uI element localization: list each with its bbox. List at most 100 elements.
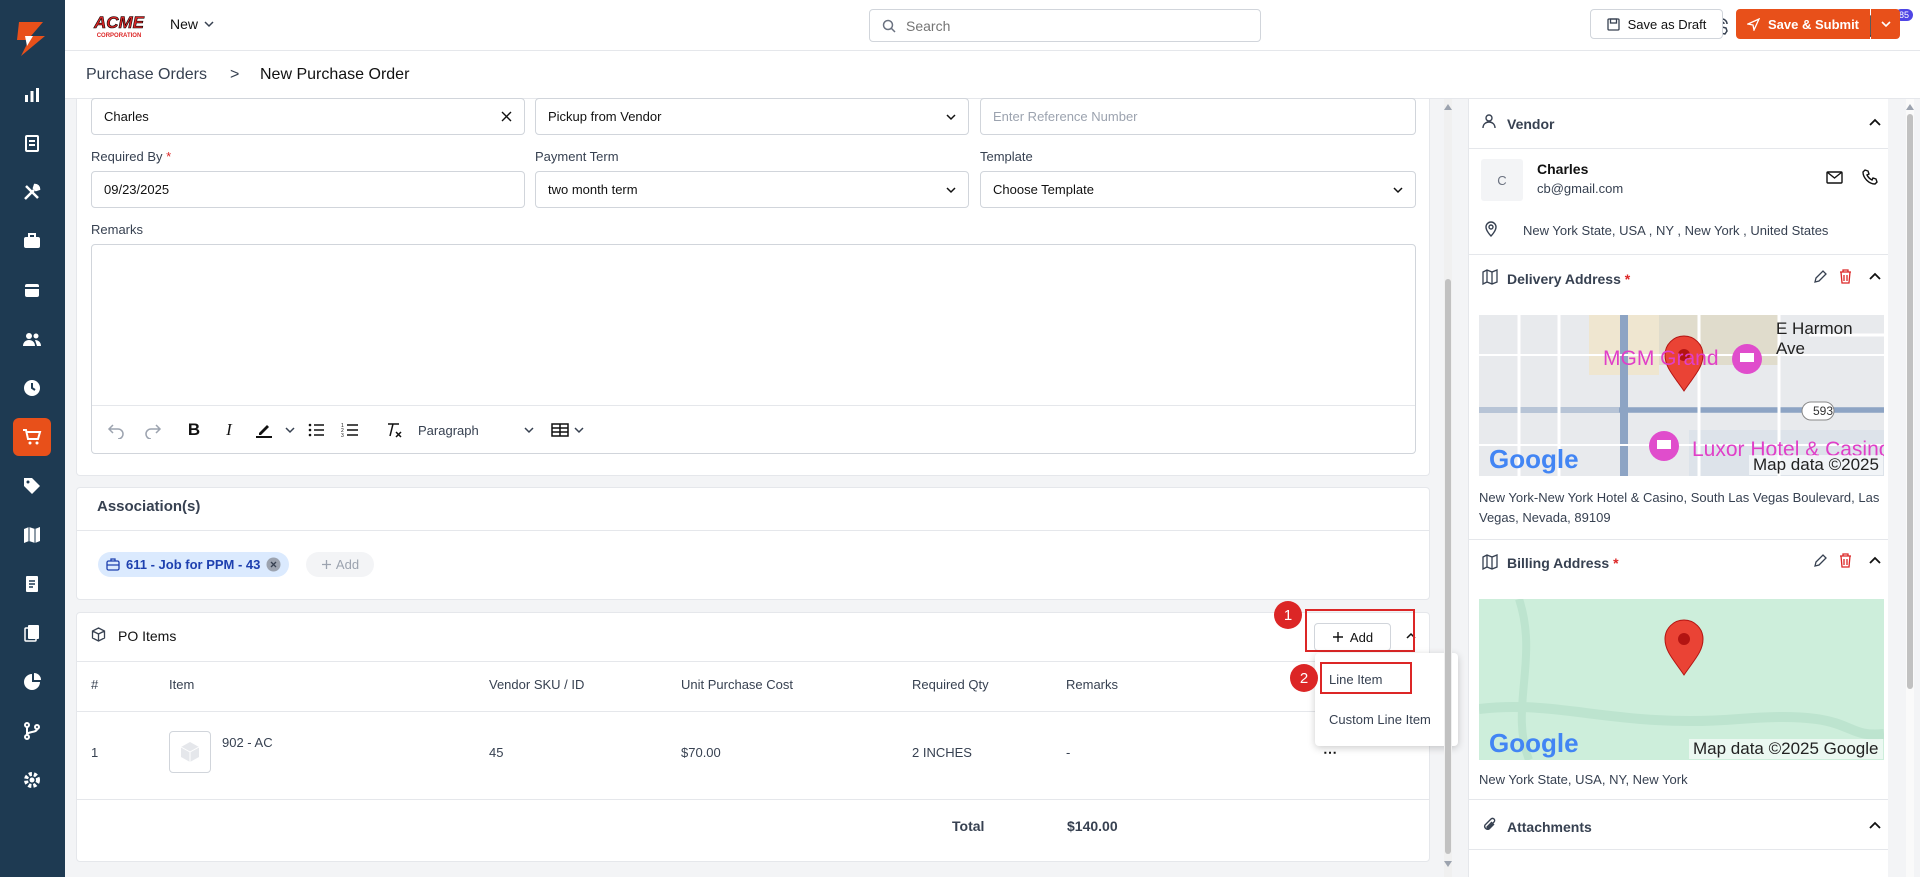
svg-text:ACME: ACME: [93, 13, 145, 32]
section-divider: [1469, 148, 1888, 149]
save-as-draft-button[interactable]: Save as Draft: [1590, 9, 1723, 39]
item-name[interactable]: 902 - AC: [222, 735, 273, 750]
bold-icon[interactable]: B: [182, 418, 206, 442]
association-chip-label: 611 - Job for PPM - 43: [126, 557, 261, 572]
total-label: Total: [952, 818, 985, 834]
chevron-up-icon[interactable]: [1869, 555, 1881, 565]
column-header-item: Item: [169, 677, 195, 692]
annotation-step-2: 2: [1290, 664, 1318, 692]
vendor-name[interactable]: Charles: [1537, 161, 1588, 177]
people-icon[interactable]: [13, 320, 51, 358]
save-icon: [1606, 17, 1620, 31]
column-header-vendor-sku: Vendor SKU / ID: [489, 677, 585, 692]
vendor-address: New York State, USA , NY , New York , Un…: [1523, 223, 1829, 238]
tools-icon[interactable]: [13, 173, 51, 211]
delete-icon[interactable]: [1839, 553, 1852, 568]
product-cube-icon: [180, 742, 200, 762]
reference-number-input[interactable]: Enter Reference Number: [980, 98, 1416, 135]
map-icon[interactable]: [13, 516, 51, 554]
annotation-step-1: 1: [1274, 601, 1302, 629]
editor-divider: [92, 405, 1415, 406]
clear-icon[interactable]: [501, 111, 512, 122]
required-by-value: 09/23/2025: [104, 182, 170, 197]
work-orders-icon[interactable]: [13, 124, 51, 162]
billing-address-title: Billing Address *: [1507, 555, 1619, 571]
chevron-up-icon[interactable]: [1869, 271, 1881, 281]
vendor-sku: 45: [489, 745, 504, 760]
clear-formatting-icon[interactable]: [382, 418, 406, 442]
breadcrumb-parent[interactable]: Purchase Orders: [86, 66, 207, 84]
row-actions-icon[interactable]: ⋯: [1323, 744, 1337, 761]
right-scrollbar-thumb[interactable]: [1907, 114, 1913, 689]
app-logo-icon[interactable]: [11, 18, 51, 58]
clock-icon[interactable]: [13, 369, 51, 407]
svg-text:CORPORATION: CORPORATION: [97, 33, 142, 39]
required-qty: 2 INCHES: [912, 745, 972, 760]
workflow-icon[interactable]: [13, 712, 51, 750]
menu-item-custom-line-item[interactable]: Custom Line Item: [1329, 712, 1431, 727]
chevron-down-icon[interactable]: [567, 418, 591, 442]
bullet-list-icon[interactable]: [304, 418, 328, 442]
search-box[interactable]: [869, 9, 1261, 42]
unit-cost: $70.00: [681, 745, 721, 760]
chevron-up-icon[interactable]: [1869, 117, 1881, 127]
paragraph-style-select[interactable]: Paragraph: [412, 418, 540, 442]
dashboard-icon[interactable]: [13, 76, 51, 114]
breadcrumb-separator: >: [230, 66, 240, 83]
settings-icon[interactable]: [13, 761, 51, 799]
shipping-method-select[interactable]: Pickup from Vendor: [535, 98, 969, 135]
add-association-button[interactable]: Add: [306, 552, 374, 577]
attachments-title: Attachments: [1507, 819, 1592, 835]
documents-icon[interactable]: [13, 614, 51, 652]
company-logo[interactable]: ACME CORPORATION: [87, 11, 151, 39]
right-panel-scrollbar[interactable]: [1906, 99, 1914, 877]
main-scrollbar-thumb[interactable]: [1445, 279, 1451, 854]
map-label: 593: [1813, 404, 1834, 418]
scroll-up-icon[interactable]: [1443, 103, 1453, 111]
calendar-icon[interactable]: [13, 271, 51, 309]
vendor-value: Charles: [104, 109, 149, 124]
new-dropdown[interactable]: New: [170, 16, 214, 32]
tag-icon[interactable]: [13, 467, 51, 505]
undo-icon[interactable]: [104, 418, 128, 442]
submit-options-button[interactable]: [1871, 9, 1900, 39]
save-and-submit-label: Save & Submit: [1767, 16, 1860, 32]
required-by-date-field[interactable]: 09/23/2025: [91, 171, 525, 208]
template-select[interactable]: Choose Template: [980, 171, 1416, 208]
remove-chip-icon[interactable]: [266, 557, 281, 572]
email-icon[interactable]: [1826, 171, 1843, 184]
briefcase-icon[interactable]: [13, 222, 51, 260]
billing-address-text: New York State, USA, NY, New York: [1479, 772, 1688, 787]
delivery-map[interactable]: E Harmon Ave MGM Grand 593 Luxor Hotel &…: [1479, 315, 1884, 476]
card-divider: [77, 661, 1429, 662]
vendor-field[interactable]: Charles: [91, 98, 525, 135]
main-scrollbar[interactable]: [1444, 99, 1452, 877]
chevron-down-icon: [1880, 21, 1891, 28]
required-marker: *: [166, 149, 172, 164]
vendor-email: cb@gmail.com: [1537, 181, 1624, 196]
chevron-down-icon[interactable]: [278, 418, 302, 442]
payment-term-select[interactable]: two month term: [535, 171, 969, 208]
highlight-icon[interactable]: [252, 418, 276, 442]
associations-card: [76, 487, 1430, 600]
edit-icon[interactable]: [1813, 270, 1827, 284]
search-input[interactable]: [906, 17, 1236, 34]
billing-map[interactable]: Google Map data ©2025 Google: [1479, 599, 1884, 760]
pie-chart-icon[interactable]: [13, 663, 51, 701]
numbered-list-icon[interactable]: 123: [338, 418, 362, 442]
scroll-down-icon[interactable]: [1443, 860, 1453, 868]
scroll-up-icon[interactable]: [1905, 103, 1915, 111]
save-and-submit-button[interactable]: Save & Submit: [1736, 9, 1870, 39]
edit-icon[interactable]: [1813, 554, 1827, 568]
map-label: MGM Grand: [1603, 347, 1719, 370]
map-attribution: Map data ©2025 Google: [1689, 739, 1883, 759]
association-chip[interactable]: 611 - Job for PPM - 43: [98, 552, 290, 577]
delete-icon[interactable]: [1839, 269, 1852, 284]
cart-icon[interactable]: [13, 418, 51, 456]
italic-icon[interactable]: I: [217, 418, 241, 442]
phone-icon[interactable]: [1862, 169, 1878, 185]
chevron-up-icon[interactable]: [1869, 820, 1881, 830]
redo-icon[interactable]: [141, 418, 165, 442]
google-logo: Google: [1489, 728, 1579, 758]
invoice-icon[interactable]: [13, 565, 51, 603]
